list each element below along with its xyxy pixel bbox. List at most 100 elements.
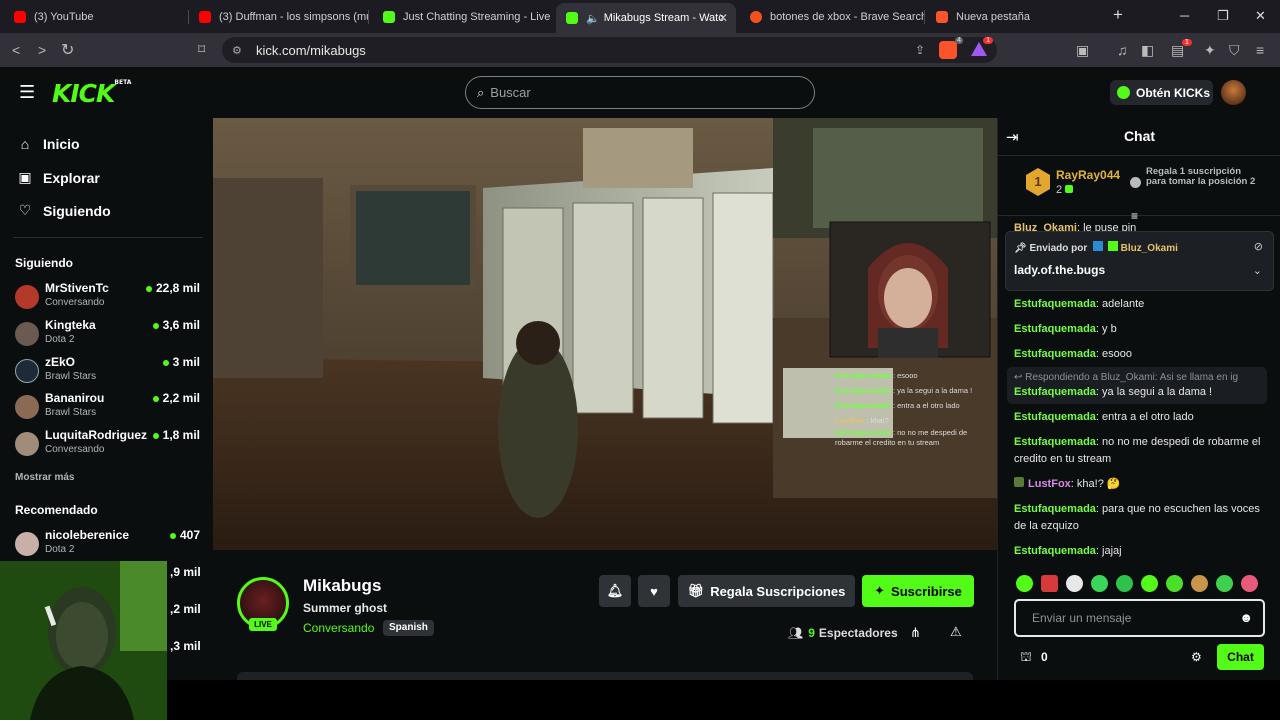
following-item-luquitarodriguez[interactable]: LuquitaRodriguez Conversando 1,8 mil	[15, 428, 200, 462]
emote-icon[interactable]	[1216, 575, 1233, 592]
emote-icon[interactable]	[1241, 575, 1258, 592]
music-icon[interactable]: ♫	[1117, 42, 1128, 58]
pinned-message[interactable]: 📌︎ Enviado por Bluz_Okami ⊘ lady.of.the.…	[1005, 231, 1274, 291]
vpn-icon[interactable]: ⛉	[1229, 42, 1240, 59]
emote-icon[interactable]	[1016, 575, 1033, 592]
reload-icon[interactable]: ↻	[61, 40, 74, 60]
brave-shields-icon[interactable]	[939, 41, 957, 59]
avatar	[15, 532, 39, 556]
gift-subs-button[interactable]: 🎁︎ Regala Suscripciones	[678, 575, 855, 607]
nav-item-inicio[interactable]: ⌂ Inicio	[16, 136, 80, 152]
viewer-count-text: 3 mil	[172, 355, 200, 369]
browser-tab[interactable]: Just Chatting Streaming - Live St	[373, 4, 553, 30]
video-player[interactable]: Estufaquemada : esooo Estufaquemada : ya…	[213, 118, 997, 550]
chat-username[interactable]: Estufaquemada	[1014, 298, 1096, 310]
new-tab-icon[interactable]: +	[1113, 5, 1123, 25]
leaderboard-user[interactable]: RayRay044	[1056, 168, 1120, 182]
live-dot-icon	[152, 322, 159, 329]
notification-bell-button[interactable]: 🔔︎	[599, 575, 631, 607]
nav-item-explorar[interactable]: ▣ Explorar	[16, 169, 100, 186]
emote-icon[interactable]	[1141, 575, 1158, 592]
chat-username[interactable]: Estufaquemada	[1014, 411, 1096, 423]
chat-username[interactable]: Estufaquemada	[1014, 348, 1096, 360]
screenshot-icon[interactable]: ▣	[1076, 42, 1089, 59]
pinned-by-label: Enviado por	[1029, 243, 1088, 254]
recommended-item-nicoleberenice[interactable]: nicoleberenice Dota 2 407	[15, 528, 200, 562]
viewer-count-text: ,3 mil	[170, 639, 201, 653]
browser-tab[interactable]: (3) YouTube	[4, 4, 189, 30]
menu-icon[interactable]: ≡	[1256, 42, 1264, 58]
chat-input[interactable]: Enviar un mensaje ☻	[1014, 599, 1265, 637]
following-item-mrstiventc[interactable]: MrStivenTc Conversando 22,8 mil	[15, 281, 200, 315]
unpin-icon[interactable]: ⊘	[1254, 240, 1263, 253]
emoji-picker-icon[interactable]: ☻	[1239, 610, 1253, 625]
share-icon[interactable]: ⋔	[910, 625, 921, 641]
close-window-icon[interactable]: ✕	[1255, 8, 1266, 24]
following-item-zeko[interactable]: zEkO Brawl Stars 3 mil	[15, 355, 200, 389]
webcam-image	[0, 561, 167, 720]
report-icon[interactable]: ⚠	[950, 624, 962, 640]
tab-label: Just Chatting Streaming - Live St	[403, 11, 553, 23]
show-more-link[interactable]: Mostrar más	[15, 472, 74, 483]
get-kicks-button[interactable]: Obtén KICKs	[1110, 80, 1213, 105]
follow-heart-button[interactable]: ♥	[638, 575, 670, 607]
maximize-icon[interactable]: ❐	[1217, 8, 1229, 24]
hamburger-menu-icon[interactable]: ☰	[19, 82, 35, 103]
emote-icon[interactable]	[1066, 575, 1083, 592]
emote-icon[interactable]	[1116, 575, 1133, 592]
logo-text: KICK	[52, 79, 115, 108]
viewer-count: 3 mil	[162, 355, 200, 369]
rewards-icon[interactable]	[971, 42, 987, 56]
emote-icon[interactable]	[1166, 575, 1183, 592]
avatar	[15, 395, 39, 419]
following-item-bananirou[interactable]: Bananirou Brawl Stars 2,2 mil	[15, 391, 200, 425]
following-item-kingteka[interactable]: Kingteka Dota 2 3,6 mil	[15, 318, 200, 352]
forward-icon[interactable]: >	[38, 42, 46, 58]
viewer-count: 1,8 mil	[152, 428, 200, 442]
subscribe-button[interactable]: ✦ Suscribirse	[862, 575, 974, 607]
bookmark-icon[interactable]: ⌑	[198, 41, 205, 58]
site-settings-icon[interactable]: ⚙	[232, 44, 242, 57]
chat-username[interactable]: Estufaquemada	[1014, 323, 1096, 335]
chat-username[interactable]: Estufaquemada	[1014, 386, 1096, 398]
browser-tab-active[interactable]: 🔈 Mikabugs Stream - Watc ✕	[556, 3, 736, 33]
chat-username[interactable]: Estufaquemada	[1014, 436, 1096, 448]
chat-username[interactable]: Estufaquemada	[1014, 503, 1096, 515]
user-avatar[interactable]	[1221, 80, 1246, 105]
chat-username[interactable]: Bluz_Okami	[1014, 222, 1077, 231]
chat-message-partial: Bluz_Okami: le puse pin	[1014, 221, 1136, 231]
kick-logo[interactable]: KICKBETA	[52, 79, 131, 108]
search-placeholder: Buscar	[490, 85, 531, 100]
gift-prompt[interactable]: Regala 1 suscripción para tomar la posic…	[1146, 167, 1256, 187]
browser-tab[interactable]: (3) Duffman - los simpsons (mus	[189, 4, 369, 30]
search-input[interactable]: ⌕ Buscar	[465, 76, 815, 109]
emote-icon[interactable]	[1041, 575, 1058, 592]
chat-settings-icon[interactable]: ⚙	[1191, 650, 1202, 664]
back-icon[interactable]: <	[12, 42, 20, 58]
minimize-icon[interactable]: ─	[1180, 8, 1189, 23]
reply-reference[interactable]: ↩ Respondiendo a Bluz_Okami: Asi se llam…	[1014, 369, 1269, 383]
browser-tab[interactable]: Nueva pestaña	[926, 4, 1096, 30]
emote-icon[interactable]	[1191, 575, 1208, 592]
chevron-down-icon[interactable]: ⌄	[1253, 264, 1262, 277]
tab-label: botones de xbox - Brave Search	[770, 11, 925, 23]
leo-ai-icon[interactable]: ✦	[1204, 42, 1216, 59]
viewers-label: Espectadores	[818, 626, 898, 640]
reply-text: Respondiendo a Bluz_Okami: Asi se llama …	[1025, 372, 1239, 383]
nav-item-siguiendo[interactable]: ♡ Siguiendo	[16, 202, 111, 219]
chat-username[interactable]: LustFox	[1028, 478, 1071, 490]
points-icon[interactable]: ⛫	[1020, 649, 1032, 667]
browser-tab[interactable]: botones de xbox - Brave Search	[740, 4, 925, 30]
pinned-username[interactable]: Bluz_Okami	[1121, 243, 1178, 254]
share-icon[interactable]: ⇪	[915, 43, 925, 57]
streamer-name[interactable]: Mikabugs	[303, 576, 381, 596]
close-tab-icon[interactable]: ✕	[718, 11, 728, 25]
send-chat-button[interactable]: Chat	[1217, 644, 1264, 670]
nav-label: Explorar	[43, 169, 100, 186]
sidebar-toggle-icon[interactable]: ◧	[1141, 42, 1154, 59]
chat-username[interactable]: Estufaquemada	[1014, 545, 1096, 557]
language-tag[interactable]: Spanish	[383, 620, 434, 636]
stream-category-link[interactable]: Conversando	[303, 621, 374, 635]
url-bar[interactable]: ⚙ kick.com/mikabugs ⇪ 4 1	[222, 37, 997, 63]
emote-icon[interactable]	[1091, 575, 1108, 592]
